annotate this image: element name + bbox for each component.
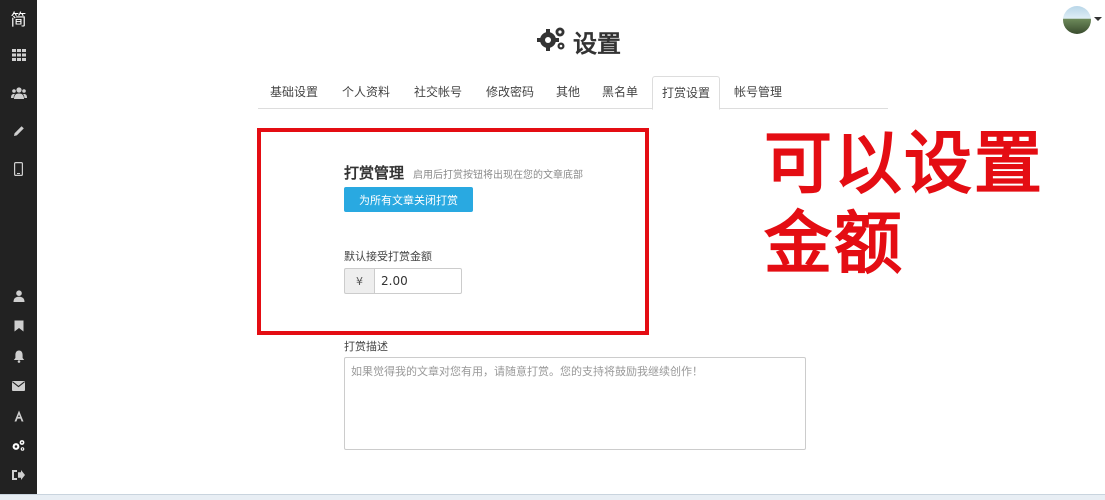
tab-social-accounts[interactable]: 社交帐号 <box>402 76 474 109</box>
settings-tabs: 基础设置 个人资料 社交帐号 修改密码 其他 黑名单 打赏设置 帐号管理 <box>258 76 888 110</box>
page-title-text: 设置 <box>573 29 621 58</box>
tab-profile[interactable]: 个人资料 <box>330 76 402 109</box>
apps-icon[interactable] <box>0 44 37 66</box>
chevron-down-icon[interactable] <box>1094 17 1102 21</box>
mobile-icon[interactable] <box>0 158 37 180</box>
avatar[interactable] <box>1063 6 1091 34</box>
bell-icon[interactable] <box>0 345 37 367</box>
description-textarea[interactable]: 如果觉得我的文章对您有用，请随意打赏。您的支持将鼓励我继续创作！ <box>344 357 806 450</box>
tab-basic-settings[interactable]: 基础设置 <box>258 76 330 109</box>
tab-reward-settings[interactable]: 打赏设置 <box>652 76 720 110</box>
settings-icon[interactable] <box>0 434 37 456</box>
annotation-line-2: 金额 <box>764 205 905 284</box>
tab-account-management[interactable]: 帐号管理 <box>722 76 794 109</box>
mail-icon[interactable] <box>0 375 37 397</box>
users-icon[interactable] <box>0 82 37 104</box>
sidebar: 简 <box>0 0 37 494</box>
bookmark-icon[interactable] <box>0 315 37 337</box>
tab-other[interactable]: 其他 <box>546 76 590 109</box>
tab-change-password[interactable]: 修改密码 <box>474 76 546 109</box>
annotation-line-1: 可以设置 <box>764 125 1045 204</box>
logout-icon[interactable] <box>0 464 37 486</box>
annotation-text: 可以设置 金额 <box>764 125 1094 285</box>
bottom-bar <box>0 494 1105 500</box>
description-label: 打赏描述 <box>344 340 388 353</box>
pencil-icon[interactable] <box>0 120 37 142</box>
tab-blacklist[interactable]: 黑名单 <box>590 76 650 109</box>
page-title: 设置 <box>537 22 621 60</box>
highlight-box <box>257 128 649 335</box>
user-icon[interactable] <box>0 285 37 307</box>
logo[interactable]: 简 <box>0 0 37 36</box>
gears-icon <box>537 25 567 57</box>
font-icon[interactable] <box>0 405 37 427</box>
